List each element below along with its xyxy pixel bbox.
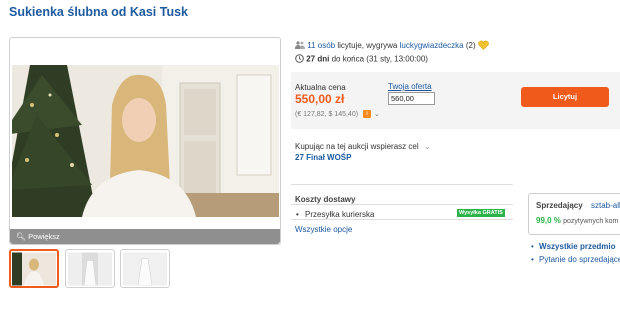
shipping-divider xyxy=(291,204,513,205)
offer-input[interactable] xyxy=(388,92,435,105)
bullet-icon: • xyxy=(296,210,299,219)
magnifier-icon: 🔍︎ xyxy=(16,232,26,241)
shipping-row-divider xyxy=(291,219,513,220)
winner-rating: (2) xyxy=(465,41,476,51)
page-title: Sukienka ślubna od Kasi Tusk xyxy=(9,5,188,19)
shipping-title: Koszty dostawy xyxy=(295,195,356,204)
info-icon[interactable]: i xyxy=(363,110,372,119)
seller-all-items-row: • Wszystkie przedmio xyxy=(531,242,616,251)
shipping-method-row: • Przesyłka kurierska xyxy=(296,210,374,219)
charity-label-row: Kupując na tej aukcji wspierasz cel ⌄ xyxy=(295,142,431,151)
section-divider xyxy=(291,184,513,185)
winner-link[interactable]: luckygwiazdeczka xyxy=(400,41,464,50)
charity-label: Kupując na tej aukcji wspierasz cel xyxy=(295,142,419,151)
seller-label: Sprzedający xyxy=(536,201,583,210)
converted-price-text: (€ 127,82, $ 145,40) xyxy=(295,111,359,118)
ask-seller-row: • Pytanie do sprzedające xyxy=(531,255,620,264)
seller-panel xyxy=(528,193,620,235)
current-price: 550,00 zł xyxy=(295,92,345,106)
seller-all-items-link[interactable]: Wszystkie przedmio xyxy=(539,242,615,251)
current-price-label: Aktualna cena xyxy=(295,83,346,92)
positive-text: pozytywnych kom xyxy=(563,218,619,225)
chevron-down-icon[interactable]: ⌄ xyxy=(374,111,380,118)
magnify-button[interactable]: 🔍︎ Powiększ xyxy=(10,229,280,244)
all-shipping-options-row: Wszystkie opcje xyxy=(295,225,352,234)
bidders-row: 11 osób licytuje, wygrywa luckygwiazdecz… xyxy=(295,40,489,52)
bidders-link[interactable]: 11 osób xyxy=(307,41,335,50)
bullet-icon: • xyxy=(531,242,534,251)
time-left-row: 27 dni do końca (31 sty, 13:00:00) xyxy=(295,54,428,65)
seller-name-row: sztab-all xyxy=(591,201,620,210)
main-photo[interactable] xyxy=(12,65,279,217)
super-seller-heart-icon xyxy=(478,40,489,52)
charity-name[interactable]: 27 Finał WOŚP xyxy=(295,153,351,162)
free-shipping-badge: Wysyłka GRATIS xyxy=(457,209,505,217)
thumbnail-2[interactable] xyxy=(65,249,115,288)
thumbnail-1[interactable] xyxy=(9,249,59,288)
clock-icon xyxy=(295,54,304,65)
ends-text: do końca (31 sty, 13:00:00) xyxy=(331,54,428,64)
your-offer-link[interactable]: Twoja oferta xyxy=(388,82,432,91)
chevron-down-icon[interactable]: ⌄ xyxy=(424,142,431,151)
positive-percentage: 99,0 % xyxy=(536,216,561,225)
seller-name-link[interactable]: sztab-all xyxy=(591,201,620,210)
bidding-text: licytuje, wygrywa xyxy=(337,41,398,51)
magnify-label: Powiększ xyxy=(28,232,60,241)
converted-price: (€ 127,82, $ 145,40) i ⌄ xyxy=(295,110,380,119)
people-icon xyxy=(295,41,305,51)
days-left: 27 dni xyxy=(306,54,330,64)
your-offer-label: Twoja oferta xyxy=(388,82,432,91)
all-shipping-options-link[interactable]: Wszystkie opcje xyxy=(295,225,352,234)
thumbnail-3[interactable] xyxy=(120,249,170,288)
shipping-method: Przesyłka kurierska xyxy=(305,210,375,219)
seller-rating-row: 99,0 % pozytywnych kom xyxy=(536,216,618,225)
ask-seller-link[interactable]: Pytanie do sprzedające xyxy=(539,255,620,264)
bullet-icon: • xyxy=(531,255,534,264)
bid-button[interactable]: Licytuj xyxy=(521,87,609,107)
